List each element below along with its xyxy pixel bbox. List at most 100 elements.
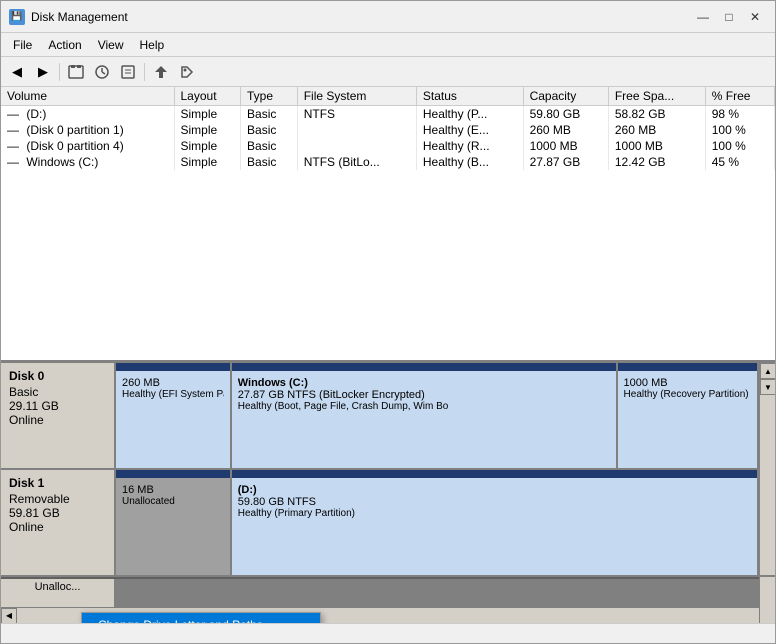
table-cell-1-7: 100 % xyxy=(705,122,774,138)
col-type[interactable]: Type xyxy=(241,87,298,106)
col-capacity[interactable]: Capacity xyxy=(523,87,608,106)
table-cell-0-4: Healthy (P... xyxy=(416,106,523,123)
disk1-p1-status: Unallocated xyxy=(122,496,224,507)
table-cell-2-4: Healthy (R... xyxy=(416,138,523,154)
context-menu-item-0[interactable]: Change Drive Letter and Paths... xyxy=(82,613,320,623)
minimize-button[interactable]: — xyxy=(691,7,715,27)
disk0-p1-size: 260 MB xyxy=(122,377,224,389)
toolbar-back[interactable]: ◀ xyxy=(5,60,29,84)
col-volume[interactable]: Volume xyxy=(1,87,174,106)
menu-action[interactable]: Action xyxy=(40,33,89,56)
table-cell-1-4: Healthy (E... xyxy=(416,122,523,138)
col-status[interactable]: Status xyxy=(416,87,523,106)
col-layout[interactable]: Layout xyxy=(174,87,241,106)
disk0-p2-name: Windows (C:) xyxy=(238,377,610,389)
app-icon: 💾 xyxy=(9,9,25,25)
scroll-down-btn[interactable]: ▼ xyxy=(760,379,775,395)
col-pct[interactable]: % Free xyxy=(705,87,774,106)
disk0-p2-size: 27.87 GB NTFS (BitLocker Encrypted) xyxy=(238,389,610,401)
disk1-partition-1[interactable]: 16 MB Unallocated xyxy=(116,470,232,575)
disk1-size: 59.81 GB xyxy=(9,506,106,520)
table-cell-2-5: 1000 MB xyxy=(523,138,608,154)
disk0-partitions: 260 MB Healthy (EFI System Par Windows (… xyxy=(116,363,759,468)
toolbar: ◀ ▶ xyxy=(1,57,775,87)
table-cell-1-5: 260 MB xyxy=(523,122,608,138)
disk0-partition-2[interactable]: Windows (C:) 27.87 GB NTFS (BitLocker En… xyxy=(232,363,618,468)
table-cell-0-7: 98 % xyxy=(705,106,774,123)
title-bar: 💾 Disk Management — □ ✕ xyxy=(1,1,775,33)
disk1-row: Disk 1 Removable 59.81 GB Online 16 MB U… xyxy=(1,470,775,577)
disk1-partitions: 16 MB Unallocated (D:) 59.80 GB NTFS Hea… xyxy=(116,470,759,575)
menu-view[interactable]: View xyxy=(90,33,132,56)
main-content: Volume Layout Type File System Status Ca… xyxy=(1,87,775,623)
menu-help[interactable]: Help xyxy=(132,33,173,56)
scroll-left-btn[interactable]: ◀ xyxy=(1,608,17,624)
disk0-row: Disk 0 Basic 29.11 GB Online 260 MB Heal… xyxy=(1,363,775,470)
toolbar-sep-1 xyxy=(59,63,60,81)
toolbar-btn4[interactable] xyxy=(149,60,173,84)
table-row[interactable]: — (Disk 0 partition 1)SimpleBasic Healthy… xyxy=(1,122,775,138)
table-cell-3-4: Healthy (B... xyxy=(416,154,523,170)
disk0-partition-1[interactable]: 260 MB Healthy (EFI System Par xyxy=(116,363,232,468)
table-cell-0-3: NTFS xyxy=(297,106,416,123)
table-row[interactable]: — (Disk 0 partition 4)SimpleBasicHealthy… xyxy=(1,138,775,154)
disk1-type: Removable xyxy=(9,492,106,506)
table-row[interactable]: — Windows (C:)SimpleBasicNTFS (BitLo...H… xyxy=(1,154,775,170)
table-cell-3-1: Simple xyxy=(174,154,241,170)
disk0-p2-status: Healthy (Boot, Page File, Crash Dump, Wi… xyxy=(238,401,610,412)
disk1-state: Online xyxy=(9,520,106,534)
status-bar xyxy=(1,623,775,643)
disk0-state: Online xyxy=(9,413,106,427)
disk0-p3-status: Healthy (Recovery Partition) xyxy=(624,389,751,400)
disk1-label: Disk 1 Removable 59.81 GB Online xyxy=(1,470,116,575)
table-cell-0-2: Basic xyxy=(241,106,298,123)
disk0-name: Disk 0 xyxy=(9,369,106,383)
menu-bar: File Action View Help xyxy=(1,33,775,57)
disk0-partition-3[interactable]: 1000 MB Healthy (Recovery Partition) xyxy=(618,363,759,468)
table-cell-3-6: 12.42 GB xyxy=(608,154,705,170)
unallocated-text: Unalloc... xyxy=(35,581,81,593)
table-cell-1-2: Basic xyxy=(241,122,298,138)
table-cell-3-0: — Windows (C:) xyxy=(1,154,174,170)
title-bar-controls: — □ ✕ xyxy=(691,7,767,27)
col-free[interactable]: Free Spa... xyxy=(608,87,705,106)
disk-map-panel: Disk 0 Basic 29.11 GB Online 260 MB Heal… xyxy=(1,363,775,623)
table-cell-0-5: 59.80 GB xyxy=(523,106,608,123)
toolbar-btn5[interactable] xyxy=(175,60,199,84)
table-cell-0-1: Simple xyxy=(174,106,241,123)
col-fs[interactable]: File System xyxy=(297,87,416,106)
table-cell-1-6: 260 MB xyxy=(608,122,705,138)
disk0-size: 29.11 GB xyxy=(9,399,106,413)
table-cell-1-1: Simple xyxy=(174,122,241,138)
table-cell-1-3 xyxy=(297,122,416,138)
disk0-label: Disk 0 Basic 29.11 GB Online xyxy=(1,363,116,468)
toolbar-forward[interactable]: ▶ xyxy=(31,60,55,84)
table-cell-3-5: 27.87 GB xyxy=(523,154,608,170)
disk1-name: Disk 1 xyxy=(9,476,106,490)
disk1-p2-name: (D:) xyxy=(238,484,751,496)
toolbar-btn1[interactable] xyxy=(64,60,88,84)
window-title: Disk Management xyxy=(31,10,691,24)
toolbar-btn3[interactable] xyxy=(116,60,140,84)
table-cell-2-0: — (Disk 0 partition 4) xyxy=(1,138,174,154)
table-row[interactable]: — (D:)SimpleBasicNTFSHealthy (P...59.80 … xyxy=(1,106,775,123)
toolbar-btn2[interactable] xyxy=(90,60,114,84)
close-button[interactable]: ✕ xyxy=(743,7,767,27)
volume-table: Volume Layout Type File System Status Ca… xyxy=(1,87,775,170)
disk1-partition-2[interactable]: (D:) 59.80 GB NTFS Healthy (Primary Part… xyxy=(232,470,759,575)
table-cell-1-0: — (Disk 0 partition 1) xyxy=(1,122,174,138)
maximize-button[interactable]: □ xyxy=(717,7,741,27)
table-cell-0-6: 58.82 GB xyxy=(608,106,705,123)
scroll-up-btn[interactable]: ▲ xyxy=(760,363,775,379)
volume-table-panel: Volume Layout Type File System Status Ca… xyxy=(1,87,775,363)
disk0-p1-status: Healthy (EFI System Par xyxy=(122,389,224,400)
menu-file[interactable]: File xyxy=(5,33,40,56)
context-menu: Change Drive Letter and Paths... Eject P… xyxy=(81,612,321,623)
disk1-p2-status: Healthy (Primary Partition) xyxy=(238,508,751,519)
main-window: 💾 Disk Management — □ ✕ File Action View… xyxy=(0,0,776,644)
table-cell-3-7: 45 % xyxy=(705,154,774,170)
table-cell-0-0: — (D:) xyxy=(1,106,174,123)
disk0-type: Basic xyxy=(9,385,106,399)
unallocated-area xyxy=(116,579,759,607)
table-cell-3-3: NTFS (BitLo... xyxy=(297,154,416,170)
